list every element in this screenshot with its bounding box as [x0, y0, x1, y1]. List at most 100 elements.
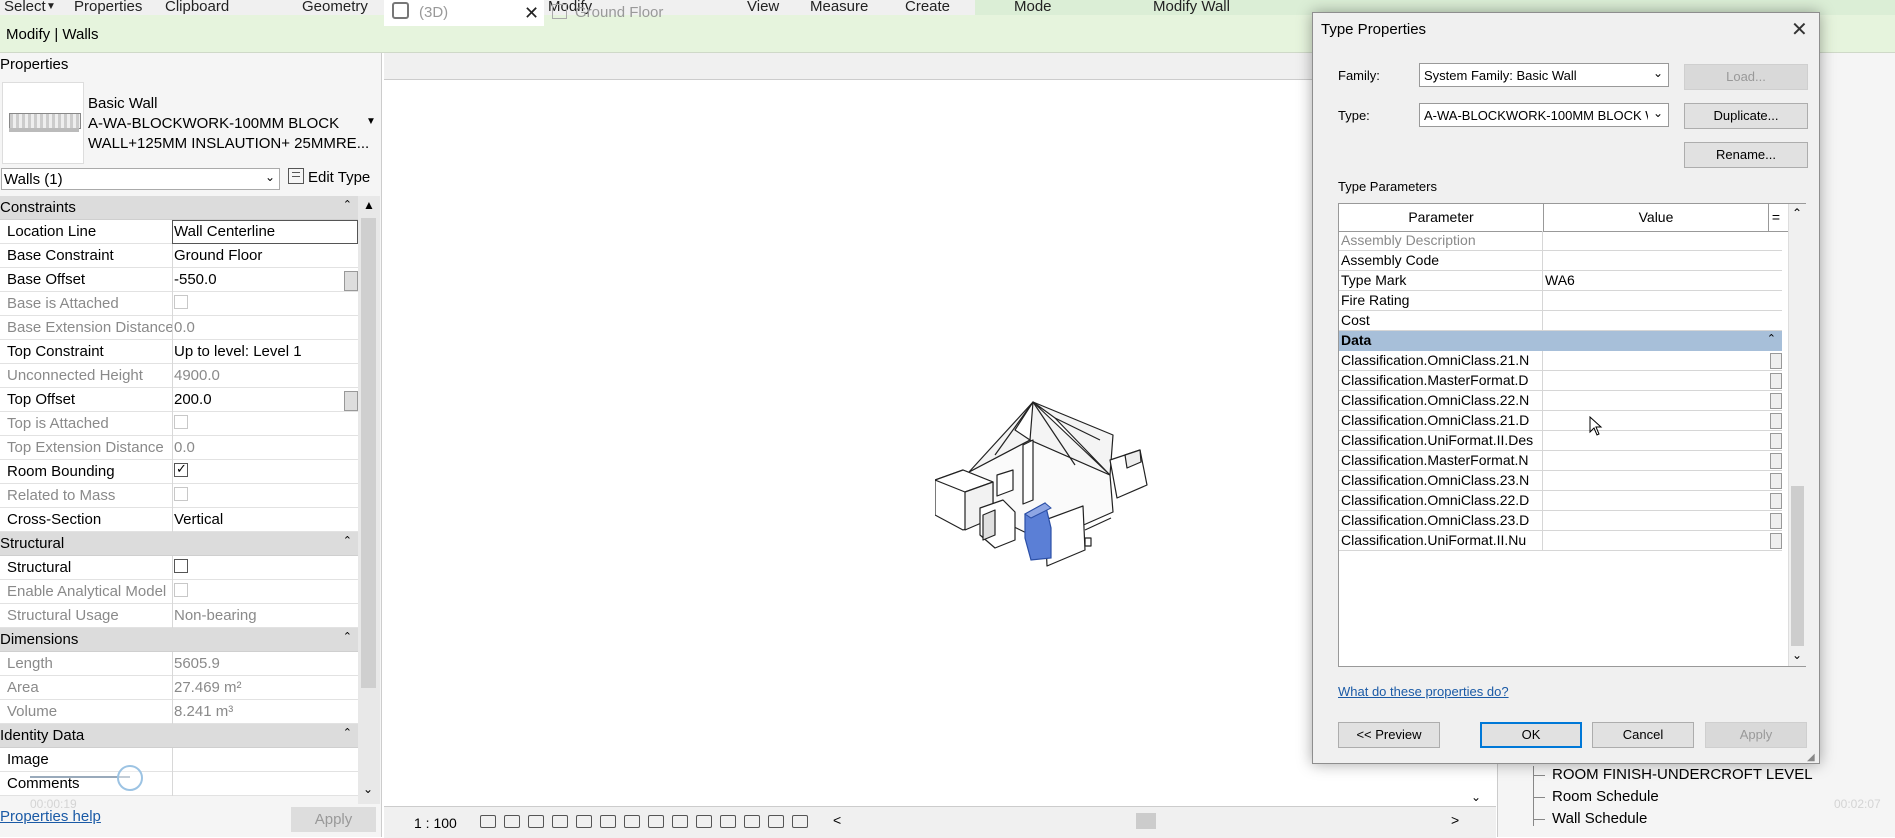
- scroll-up-icon[interactable]: ⌃: [1792, 206, 1802, 220]
- help-link[interactable]: What do these properties do?: [1338, 684, 1509, 699]
- sun-path-icon[interactable]: [528, 815, 544, 828]
- scroll-down-icon[interactable]: ⌄: [363, 782, 373, 796]
- slider-knob[interactable]: [117, 765, 143, 791]
- scroll-thumb[interactable]: [361, 218, 376, 688]
- tab-3d-view[interactable]: (3D) ✕: [384, 0, 544, 26]
- parameter-row[interactable]: Classification.OmniClass.21.D: [1339, 411, 1782, 431]
- visual-style-icon[interactable]: [504, 815, 520, 828]
- property-row[interactable]: Top is Attached: [0, 412, 358, 436]
- property-row[interactable]: Cross-Section Vertical: [0, 508, 358, 532]
- ribbon-geometry[interactable]: Geometry: [302, 0, 368, 15]
- ribbon-create[interactable]: Create: [905, 0, 950, 15]
- formula-button[interactable]: [1770, 353, 1782, 369]
- highlight-displacement-icon[interactable]: [744, 815, 760, 828]
- property-value[interactable]: Ground Floor: [172, 244, 358, 268]
- properties-scrollbar[interactable]: ▲ ⌄: [358, 196, 380, 804]
- property-row[interactable]: Structural: [0, 556, 358, 580]
- parameter-row[interactable]: Classification.OmniClass.21.N: [1339, 351, 1782, 371]
- show-crop-icon[interactable]: [624, 815, 640, 828]
- rename-button[interactable]: Rename...: [1684, 142, 1808, 168]
- collapse-icon[interactable]: ⌃: [343, 630, 352, 643]
- property-row[interactable]: Location Line Wall Centerline: [0, 220, 358, 244]
- parameter-row[interactable]: Classification.OmniClass.22.N: [1339, 391, 1782, 411]
- property-row[interactable]: Top Constraint Up to level: Level 1: [0, 340, 358, 364]
- col-parameter[interactable]: Parameter: [1339, 204, 1544, 231]
- property-value[interactable]: [172, 460, 358, 484]
- temporary-hide-icon[interactable]: [672, 815, 688, 828]
- scroll-up-icon[interactable]: ▲: [363, 198, 375, 212]
- collapse-icon[interactable]: ⌃: [343, 198, 352, 211]
- col-formula[interactable]: =: [1769, 204, 1783, 231]
- reveal-hidden-icon[interactable]: [696, 815, 712, 828]
- ribbon-clipboard[interactable]: Clipboard: [165, 0, 229, 15]
- collapse-icon[interactable]: ⌃: [343, 726, 352, 739]
- property-row[interactable]: Image: [0, 748, 358, 772]
- formula-button[interactable]: [1770, 513, 1782, 529]
- close-icon[interactable]: ✕: [1791, 17, 1808, 42]
- property-group[interactable]: Structural ⌃: [0, 532, 358, 556]
- property-value[interactable]: [172, 748, 358, 772]
- parameter-row[interactable]: Classification.MasterFormat.N: [1339, 451, 1782, 471]
- property-row[interactable]: Enable Analytical Model: [0, 580, 358, 604]
- scroll-down-icon[interactable]: ⌄: [1792, 648, 1802, 662]
- close-icon[interactable]: ✕: [524, 0, 539, 26]
- property-value[interactable]: Vertical: [172, 508, 358, 532]
- property-value[interactable]: -550.0: [172, 268, 358, 292]
- cancel-button[interactable]: Cancel: [1592, 722, 1694, 748]
- ok-button[interactable]: OK: [1480, 722, 1582, 748]
- checkbox[interactable]: [174, 559, 188, 573]
- type-name-line1[interactable]: A-WA-BLOCKWORK-100MM BLOCK: [88, 115, 339, 132]
- parameter-row[interactable]: Type Mark WA6: [1339, 271, 1782, 291]
- rendering-icon[interactable]: [576, 815, 592, 828]
- property-value[interactable]: [172, 772, 358, 796]
- type-selector-dropdown-icon[interactable]: ▼: [366, 116, 376, 127]
- formula-button[interactable]: [1770, 393, 1782, 409]
- formula-button[interactable]: [1770, 493, 1782, 509]
- instance-filter-select[interactable]: Walls (1) ⌄: [1, 168, 280, 190]
- property-group[interactable]: Identity Data ⌃: [0, 724, 358, 748]
- property-row[interactable]: Unconnected Height 4900.0: [0, 364, 358, 388]
- parameter-row[interactable]: Classification.MasterFormat.D: [1339, 371, 1782, 391]
- ribbon-select[interactable]: Select: [4, 0, 46, 15]
- parameter-row[interactable]: Cost: [1339, 311, 1782, 331]
- property-row[interactable]: Room Bounding: [0, 460, 358, 484]
- view-scale[interactable]: 1 : 100: [414, 815, 457, 831]
- apply-button[interactable]: Apply: [1705, 722, 1807, 748]
- parameter-row[interactable]: Assembly Code: [1339, 251, 1782, 271]
- ribbon-modify-wall[interactable]: Modify Wall: [1153, 0, 1230, 15]
- formula-button[interactable]: [1770, 473, 1782, 489]
- constraints-icon[interactable]: [768, 815, 784, 828]
- parameter-group[interactable]: Data ⌃: [1339, 331, 1782, 351]
- preview-button[interactable]: << Preview: [1338, 722, 1440, 748]
- ribbon-properties[interactable]: Properties: [74, 0, 142, 15]
- property-value[interactable]: Wall Centerline: [172, 220, 358, 244]
- property-row[interactable]: Area 27.469 m²: [0, 676, 358, 700]
- property-group[interactable]: Constraints ⌃: [0, 196, 358, 220]
- collapse-icon[interactable]: ⌃: [343, 534, 352, 547]
- parameter-row[interactable]: Classification.OmniClass.23.N: [1339, 471, 1782, 491]
- property-group[interactable]: Dimensions ⌃: [0, 628, 358, 652]
- properties-apply-button[interactable]: Apply: [291, 807, 376, 832]
- chevron-down-icon[interactable]: ▼: [46, 1, 56, 12]
- formula-button[interactable]: [1770, 413, 1782, 429]
- detail-level-icon[interactable]: [480, 815, 496, 828]
- 3d-house-model[interactable]: [935, 390, 1185, 570]
- lock-view-icon[interactable]: [648, 815, 664, 828]
- scroll-thumb[interactable]: [1791, 486, 1804, 646]
- browser-item-room-schedule[interactable]: Room Schedule: [1552, 788, 1659, 805]
- property-row[interactable]: Top Extension Distance 0.0: [0, 436, 358, 460]
- parameter-row[interactable]: Classification.UniFormat.II.Nu: [1339, 531, 1782, 551]
- property-row[interactable]: Structural Usage Non-bearing: [0, 604, 358, 628]
- parameter-row[interactable]: Assembly Description: [1339, 231, 1782, 251]
- property-row[interactable]: Top Offset 200.0: [0, 388, 358, 412]
- browser-item-wall-schedule[interactable]: Wall Schedule: [1552, 810, 1647, 827]
- crop-view-icon[interactable]: [600, 815, 616, 828]
- worksharing-icon[interactable]: [792, 815, 808, 828]
- edit-type-button[interactable]: Edit Type: [288, 168, 370, 190]
- property-row[interactable]: Base Offset -550.0: [0, 268, 358, 292]
- formula-button[interactable]: [1770, 373, 1782, 389]
- property-value[interactable]: Up to level: Level 1: [172, 340, 358, 364]
- horizontal-scroll-thumb[interactable]: [1136, 813, 1156, 829]
- property-value[interactable]: [172, 556, 358, 580]
- property-row[interactable]: Length 5605.9: [0, 652, 358, 676]
